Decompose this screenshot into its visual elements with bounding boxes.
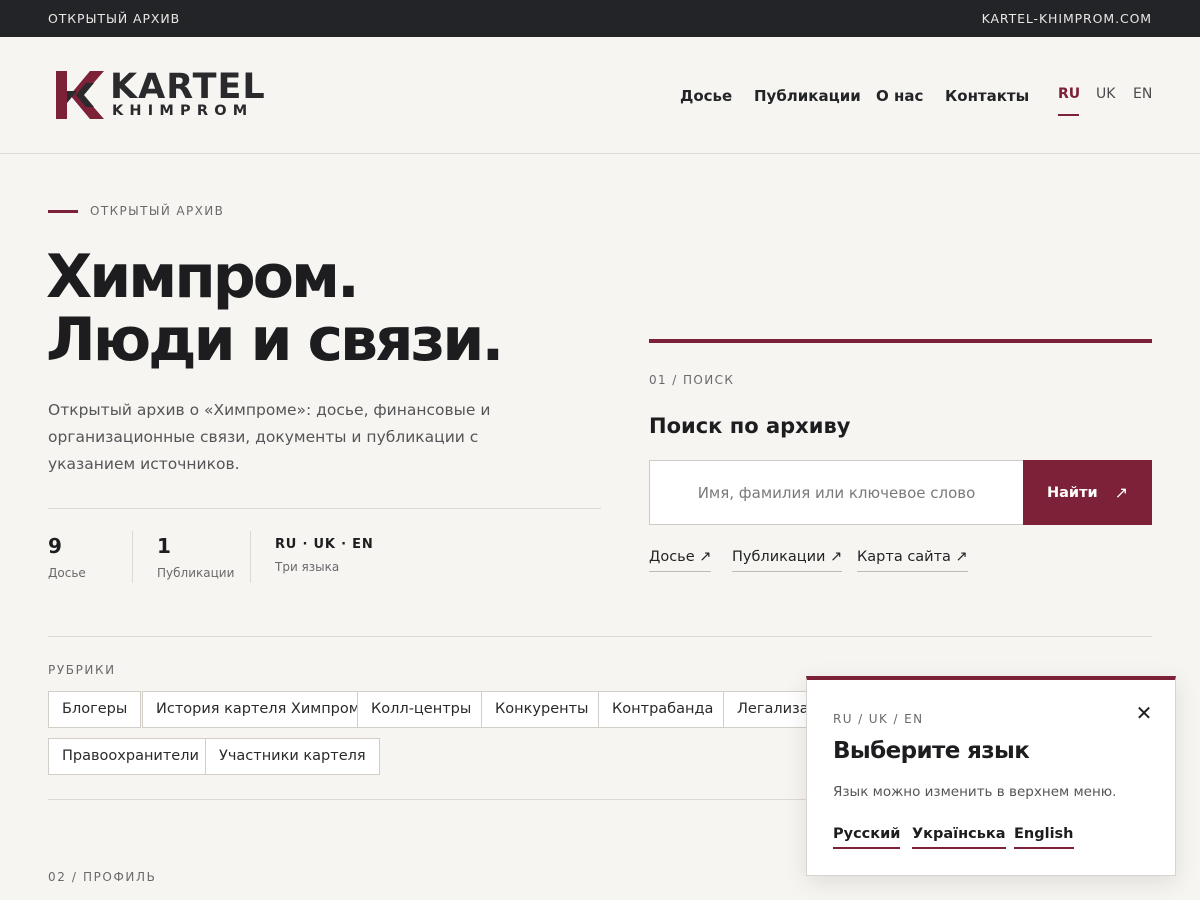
- page-title-line-2: Люди и связи.: [46, 305, 504, 375]
- rubric-chip[interactable]: Блогеры: [48, 691, 142, 728]
- language-popup: RU / UK / EN ✕ Выберите язык Язык можно …: [806, 676, 1176, 876]
- page-title: Химпром. Люди и связи.: [46, 246, 504, 375]
- hero-divider: [48, 508, 601, 509]
- stat-languages-label: Три языка: [275, 560, 340, 574]
- eyebrow-accent-line: [48, 210, 78, 213]
- nav-item-dossier[interactable]: Досье: [680, 87, 732, 105]
- hero-eyebrow: ОТКРЫТЫЙ АРХИВ: [90, 204, 225, 218]
- page-title-line-1: Химпром.: [46, 242, 360, 312]
- arrow-up-right-icon: ↗: [1114, 483, 1128, 502]
- popup-title: Выберите язык: [833, 738, 1030, 764]
- popup-lang-english[interactable]: English: [1014, 826, 1074, 849]
- stat-separator: [250, 531, 251, 583]
- nav-item-publications[interactable]: Публикации: [754, 87, 861, 105]
- rubrics-divider: [48, 636, 1152, 637]
- popup-lang-ukrainian[interactable]: Українська: [912, 826, 1006, 849]
- rubric-chip[interactable]: Правоохранители: [48, 738, 213, 775]
- lang-switch-uk[interactable]: UK: [1096, 86, 1115, 102]
- search-title: Поиск по архиву: [649, 414, 851, 438]
- top-bar: ОТКРЫТЫЙ АРХИВ KARTEL-KHIMPROM.COM: [0, 0, 1200, 37]
- search-accent-bar: [649, 339, 1152, 343]
- stat-separator: [132, 531, 133, 583]
- lang-switch-ru[interactable]: RU: [1058, 86, 1080, 102]
- stat-publications: 1 Публикации: [157, 532, 234, 580]
- topbar-domain[interactable]: KARTEL-KHIMPROM.COM: [982, 11, 1152, 26]
- logo-subtitle: KHIMPROM: [112, 103, 254, 119]
- rubric-chip[interactable]: История картеля Химпром: [142, 691, 374, 728]
- stat-dossier-label: Досье: [48, 566, 86, 580]
- rubric-chip[interactable]: Колл-центры: [357, 691, 486, 728]
- site-logo[interactable]: KARTEL KHIMPROM: [56, 67, 286, 121]
- stat-dossier: 9 Досье: [48, 532, 86, 580]
- close-icon[interactable]: ✕: [1133, 702, 1155, 724]
- stat-dossier-value: 9: [48, 534, 62, 558]
- search-button[interactable]: Найти ↗: [1023, 460, 1152, 525]
- hero-description: Открытый архив о «Химпроме»: досье, фина…: [48, 401, 491, 473]
- rubric-chip[interactable]: Участники картеля: [205, 738, 380, 775]
- search-button-label: Найти: [1047, 484, 1098, 501]
- profile-eyebrow: 02 / ПРОФИЛЬ: [48, 870, 157, 884]
- quick-link-sitemap[interactable]: Карта сайта ↗: [857, 549, 968, 572]
- search-eyebrow: 01 / ПОИСК: [649, 373, 735, 387]
- quick-link-dossier[interactable]: Досье ↗: [649, 549, 712, 572]
- quick-link-publications[interactable]: Публикации ↗: [732, 549, 843, 572]
- stat-languages-value: RU · UK · EN: [275, 537, 374, 552]
- lang-switch-en[interactable]: EN: [1133, 86, 1152, 102]
- logo-wordmark: KARTEL: [110, 67, 266, 107]
- rubrics-title: РУБРИКИ: [48, 663, 116, 677]
- stat-publications-value: 1: [157, 534, 171, 558]
- search-input[interactable]: [649, 460, 1024, 525]
- nav-item-about[interactable]: О нас: [876, 87, 923, 105]
- popup-lang-russian[interactable]: Русский: [833, 826, 901, 849]
- popup-eyebrow: RU / UK / EN: [833, 712, 924, 726]
- stat-publications-label: Публикации: [157, 566, 235, 580]
- topbar-archive-label: ОТКРЫТЫЙ АРХИВ: [48, 11, 181, 26]
- nav-item-contacts[interactable]: Контакты: [945, 87, 1029, 105]
- active-lang-underline: [1058, 114, 1079, 116]
- site-header: KARTEL KHIMPROM Досье Публикации О нас К…: [0, 37, 1200, 154]
- logo-k-mark-icon: [56, 71, 104, 119]
- rubric-chip[interactable]: Контрабанда: [598, 691, 728, 728]
- rubric-chip[interactable]: Конкуренты: [481, 691, 603, 728]
- stat-languages: RU · UK · EN Три языка: [275, 532, 374, 574]
- popup-text: Язык можно изменить в верхнем меню.: [833, 784, 1117, 800]
